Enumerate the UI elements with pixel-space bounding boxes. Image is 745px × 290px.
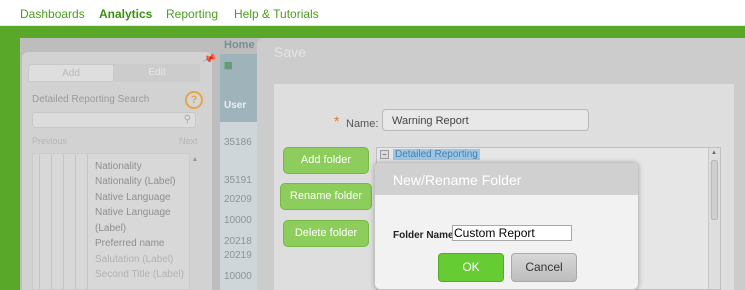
- rename-dialog-titlebar: New/Rename Folder: [375, 163, 638, 195]
- save-dialog-title: Save: [274, 44, 306, 60]
- table-cell: 10000: [224, 271, 252, 282]
- table-cell: 35186: [224, 137, 252, 148]
- folder-tree-root[interactable]: Detailed Reporting: [393, 149, 480, 160]
- cancel-button[interactable]: Cancel: [511, 253, 577, 282]
- column-header-user: User: [224, 100, 247, 111]
- tree-guide-line: [63, 154, 64, 289]
- folder-tree-scrollbar[interactable]: ▲: [708, 148, 720, 289]
- rename-dialog-body: Folder Name: Custom Report OK Cancel: [375, 195, 638, 289]
- tab-add[interactable]: Add: [28, 64, 114, 82]
- tree-item[interactable]: Second Title (Label): [95, 269, 184, 280]
- field-tree: Nationality Nationality (Label) Native L…: [32, 153, 190, 290]
- help-icon[interactable]: ?: [185, 91, 203, 109]
- tree-item[interactable]: Nationality: [95, 161, 142, 172]
- tab-edit[interactable]: Edit: [114, 64, 200, 82]
- table-cell: 20209: [224, 194, 252, 205]
- breadcrumb-home[interactable]: Home: [224, 39, 255, 51]
- tree-guide-line: [75, 154, 76, 289]
- search-heading: Detailed Reporting Search: [32, 94, 150, 105]
- nav-help-tutorials[interactable]: Help & Tutorials: [234, 7, 319, 21]
- scrollbar-thumb[interactable]: [711, 160, 718, 220]
- tree-guide-line: [87, 154, 88, 289]
- required-marker: *: [334, 113, 340, 129]
- name-label: Name:: [346, 118, 379, 130]
- tree-item[interactable]: (Label): [95, 223, 126, 234]
- excel-export-icon[interactable]: ▦: [224, 60, 233, 71]
- tree-item[interactable]: Salutation (Label): [95, 254, 173, 265]
- tree-item[interactable]: Nationality (Label): [95, 176, 176, 187]
- previous-link[interactable]: Previous: [32, 136, 67, 146]
- add-folder-button[interactable]: Add folder: [283, 147, 369, 174]
- tree-scroll-up-icon[interactable]: ▲: [190, 156, 200, 166]
- tree-item[interactable]: Preferred name: [95, 238, 164, 249]
- table-cell: 20218: [224, 236, 252, 247]
- table-cell: 10000: [224, 215, 252, 226]
- delete-folder-button[interactable]: Delete folder: [283, 220, 369, 247]
- search-input[interactable]: ⚲: [32, 112, 196, 128]
- tree-guide-line: [51, 154, 52, 289]
- search-icon: ⚲: [183, 114, 191, 125]
- tree-guide-line: [39, 154, 40, 289]
- nav-dashboards[interactable]: Dashboards: [20, 7, 85, 21]
- top-nav: Dashboards Analytics Reporting Help & Tu…: [0, 0, 745, 26]
- next-link[interactable]: Next: [179, 136, 198, 146]
- rename-folder-button[interactable]: Rename folder: [280, 183, 372, 210]
- report-name-input[interactable]: Warning Report: [382, 109, 589, 131]
- rename-dialog-title: New/Rename Folder: [393, 172, 522, 188]
- folder-name-input[interactable]: Custom Report: [452, 225, 572, 241]
- rename-folder-dialog: New/Rename Folder Folder Name: Custom Re…: [374, 162, 639, 290]
- table-cell: 35191: [224, 175, 252, 186]
- tree-collapse-icon[interactable]: −: [380, 150, 389, 159]
- scroll-up-icon[interactable]: ▲: [711, 150, 717, 156]
- nav-reporting[interactable]: Reporting: [166, 7, 218, 21]
- tree-item[interactable]: Native Language: [95, 207, 171, 218]
- table-cell: 20219: [224, 250, 252, 261]
- ok-button[interactable]: OK: [438, 253, 504, 282]
- panel-tabs: Add Edit: [28, 64, 200, 82]
- tree-item[interactable]: Native Language: [95, 192, 171, 203]
- folder-name-label: Folder Name:: [393, 230, 457, 241]
- nav-analytics[interactable]: Analytics: [99, 7, 152, 21]
